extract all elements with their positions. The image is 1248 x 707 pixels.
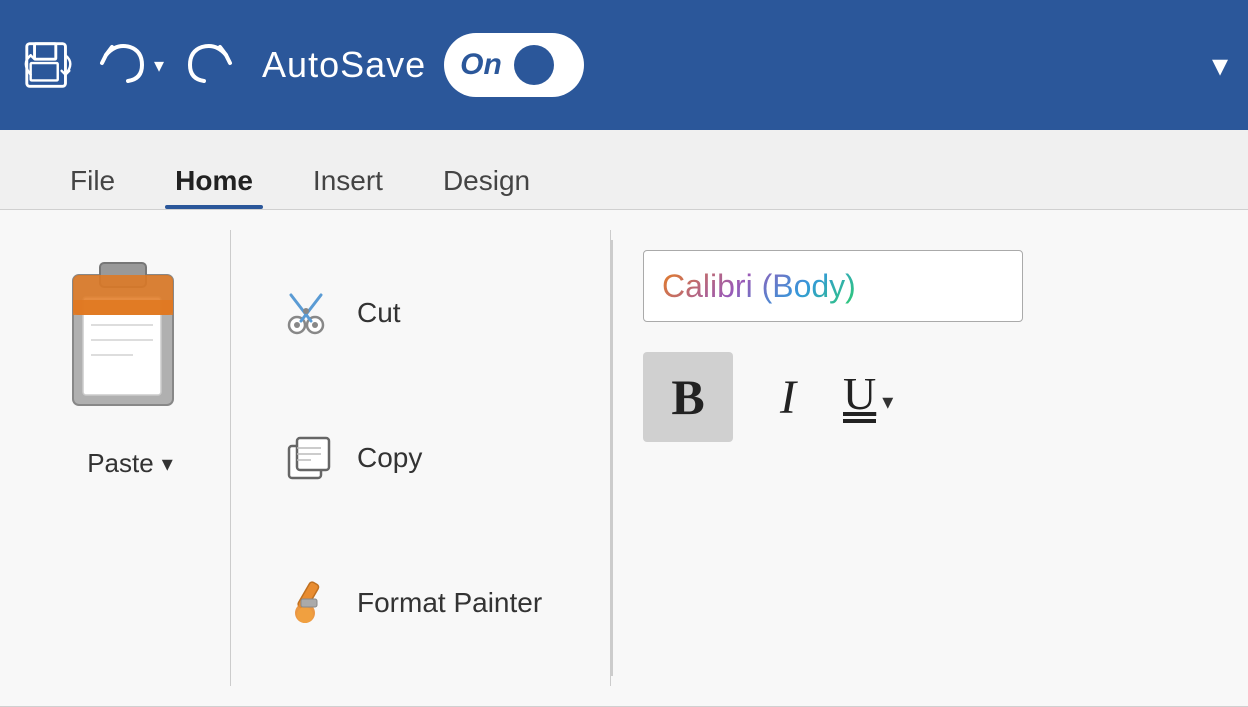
cut-button[interactable]: Cut xyxy=(271,277,570,349)
underline-label: U xyxy=(843,371,876,423)
clipboard-section: Paste ▾ xyxy=(30,230,231,686)
autosave-label: AutoSave xyxy=(262,44,426,86)
autosave-toggle[interactable]: On xyxy=(444,33,584,97)
copy-button[interactable]: Copy xyxy=(271,422,570,494)
ribbon-tabs: File Home Insert Design xyxy=(0,130,1248,210)
paste-button[interactable] xyxy=(50,240,210,440)
font-family-dropdown[interactable]: Calibri (Body) xyxy=(643,250,1023,322)
ribbon-collapse-button[interactable]: ▾ xyxy=(1212,46,1228,84)
autosave-toggle-state: On xyxy=(460,48,502,82)
paste-label-area[interactable]: Paste ▾ xyxy=(87,448,173,479)
bold-button[interactable]: B xyxy=(643,352,733,442)
undo-icon xyxy=(98,37,150,94)
copy-label: Copy xyxy=(357,442,422,474)
ribbon-content: Paste ▾ Cut xyxy=(0,210,1248,707)
cut-icon xyxy=(281,285,337,341)
tab-home[interactable]: Home xyxy=(145,153,283,209)
font-section: Calibri (Body) B I U ▾ xyxy=(613,230,1053,686)
font-family-name: Calibri (Body) xyxy=(662,268,856,305)
underline-button[interactable]: U ▾ xyxy=(843,371,893,423)
quick-save-icon[interactable] xyxy=(20,35,80,95)
redo-button[interactable] xyxy=(182,37,234,94)
format-painter-icon xyxy=(281,575,337,631)
underline-dropdown-arrow[interactable]: ▾ xyxy=(882,389,893,415)
paste-dropdown-arrow[interactable]: ▾ xyxy=(162,451,173,477)
edit-section: Cut Copy xyxy=(231,230,611,686)
formatting-row: B I U ▾ xyxy=(643,352,1023,442)
toggle-circle xyxy=(514,45,554,85)
tab-insert[interactable]: Insert xyxy=(283,153,413,209)
format-painter-label: Format Painter xyxy=(357,587,542,619)
redo-icon xyxy=(182,37,234,94)
title-bar: ▾ AutoSave On ▾ xyxy=(0,0,1248,130)
italic-button[interactable]: I xyxy=(753,352,823,442)
format-painter-button[interactable]: Format Painter xyxy=(271,567,570,639)
tab-file[interactable]: File xyxy=(40,153,145,209)
paste-label: Paste xyxy=(87,448,154,479)
undo-button[interactable]: ▾ xyxy=(98,37,164,94)
undo-dropdown-arrow[interactable]: ▾ xyxy=(154,53,164,78)
tab-design[interactable]: Design xyxy=(413,153,560,209)
cut-label: Cut xyxy=(357,297,401,329)
copy-icon xyxy=(281,430,337,486)
